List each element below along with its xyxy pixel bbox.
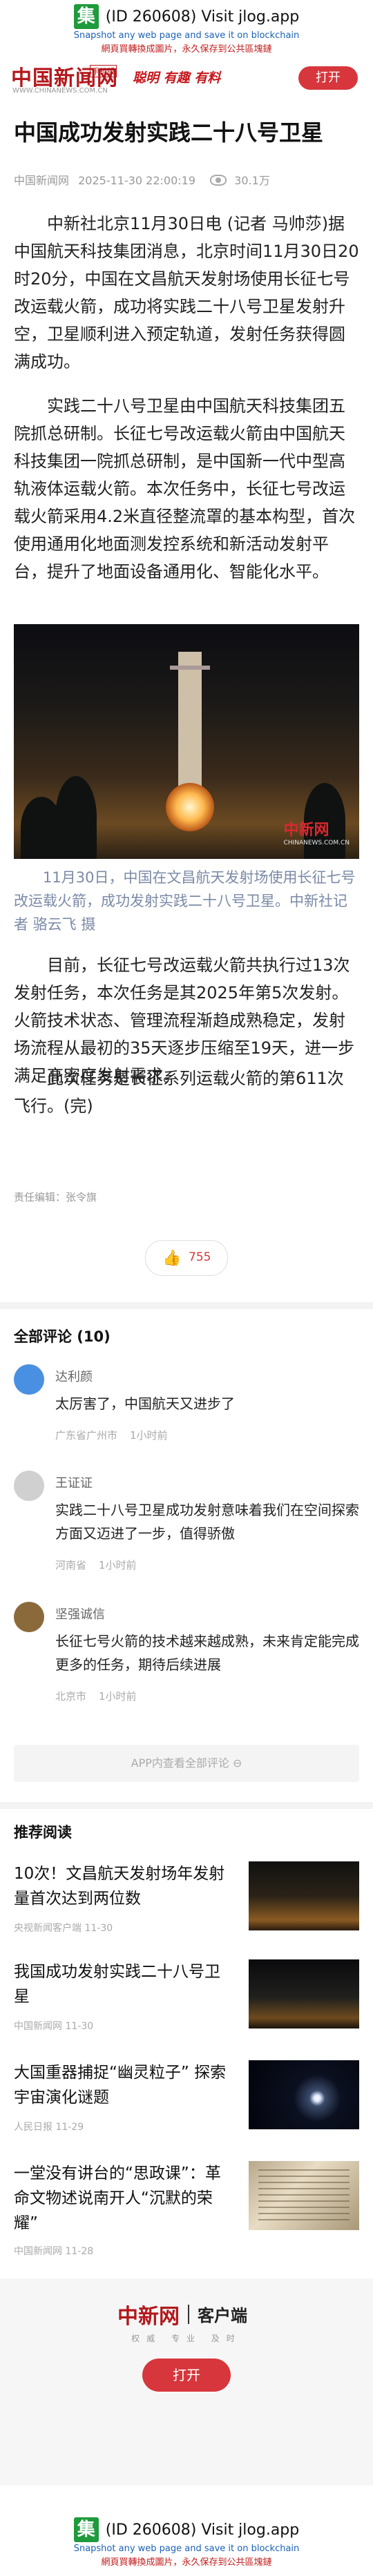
footer-slogan: 权威 专业 及时 bbox=[131, 2334, 242, 2343]
view-all-comments-label: APP内查看全部评论 bbox=[131, 1756, 229, 1770]
jlog-logo-icon: 集 bbox=[73, 2517, 99, 2542]
comment-text: 实践二十八号卫星成功发射意味着我们在空间探索方面又迈进了一步，值得骄傲 bbox=[55, 1502, 359, 1542]
avatar[interactable] bbox=[14, 1602, 44, 1632]
rocket-flame-shape bbox=[166, 783, 214, 831]
article-paragraph-1: 中新社北京11月30日电 (记者 马帅莎)据中国航天科技集团消息，北京时间11月… bbox=[14, 214, 359, 371]
comment-time: 1小时前 bbox=[99, 1559, 137, 1571]
recommend-item[interactable]: 一堂没有讲台的“思政课”：革命文物述说南开人“沉默的荣耀” 中国新闻网 11-2… bbox=[14, 2161, 359, 2258]
open-app-button[interactable]: 打开 bbox=[298, 66, 358, 90]
section-divider bbox=[0, 1802, 373, 1809]
recommend-item-source: 人民日报 bbox=[14, 2122, 52, 2133]
site-logo-en: WWW.CHINANEWS.COM.CN bbox=[12, 87, 108, 95]
article-meta: 中国新闻网 2025-11-30 22:00:19 30.1万 bbox=[14, 171, 270, 188]
photo-caption: 11月30日，中国在文昌航天发射场使用长征七号改运载火箭，成功发射实践二十八号卫… bbox=[14, 869, 356, 933]
launch-photo[interactable]: 中新网 CHINANEWS.COM.CN bbox=[14, 624, 359, 859]
jlog-title[interactable]: (ID 260608) Visit jlog.app bbox=[106, 2521, 300, 2539]
recommend-item-thumbnail[interactable] bbox=[249, 2060, 359, 2129]
jlog-title[interactable]: (ID 260608) Visit jlog.app bbox=[106, 8, 300, 26]
view-all-comments-button[interactable]: APP内查看全部评论 ⊖ bbox=[14, 1745, 359, 1782]
recommend-item-title[interactable]: 10次！文昌航天发射场年发射量首次达到两位数 bbox=[14, 1861, 235, 1911]
footer-logo: 中新网 bbox=[117, 2305, 180, 2329]
article-paragraph-4: 此次任务是长征系列运载火箭的第611次飞行。(完) bbox=[14, 1069, 344, 1116]
footer-client-label: 客户端 bbox=[198, 2306, 247, 2325]
palm-silhouette bbox=[55, 776, 97, 859]
recommend-item-source: 央视新闻客户端 bbox=[14, 1923, 82, 1934]
recommend-item[interactable]: 我国成功发射实践二十八号卫星 中国新闻网 11-30 bbox=[14, 1959, 359, 2042]
views-eye-icon bbox=[210, 175, 227, 186]
footer-open-app-button[interactable]: 打开 bbox=[142, 2359, 231, 2392]
avatar[interactable] bbox=[14, 1471, 44, 1501]
jlog-subtitle-cn: 網頁買轉換成圖片，永久保存到公共區塊鏈 bbox=[101, 44, 272, 55]
comment-item: 坚强诚信 长征七号火箭的技术越来越成熟，未来肯定能完成更多的任务，期待后续进展 … bbox=[14, 1602, 359, 1712]
recommend-item-meta: 中国新闻网 11-30 bbox=[14, 2019, 93, 2033]
jlog-banner-bottom[interactable]: 集 (ID 260608) Visit jlog.app Snapshot an… bbox=[0, 2513, 373, 2568]
article-source: 中国新闻网 bbox=[14, 174, 70, 187]
responsible-editor: 责任编辑：张令旗 bbox=[14, 1191, 97, 1203]
comment-text: 长征七号火箭的技术越来越成熟，未来肯定能完成更多的任务，期待后续进展 bbox=[55, 1633, 359, 1673]
footer-divider bbox=[188, 2305, 189, 2324]
recommend-item-thumbnail[interactable] bbox=[249, 1861, 359, 1930]
article-title: 中国成功发射实践二十八号卫星 bbox=[14, 119, 324, 146]
recommend-item-meta: 人民日报 11-29 bbox=[14, 2120, 84, 2133]
recommend-item-date: 11-30 bbox=[84, 1923, 113, 1934]
app-footer: 中新网 客户端 权威 专业 及时 打开 bbox=[0, 2278, 373, 2486]
recommend-item-title[interactable]: 一堂没有讲台的“思政课”：革命文物述说南开人“沉默的荣耀” bbox=[14, 2161, 235, 2236]
recommend-item-meta: 中国新闻网 11-28 bbox=[14, 2244, 93, 2258]
comment-time: 1小时前 bbox=[99, 1690, 137, 1703]
comments-title: 全部评论 (10) bbox=[14, 1328, 111, 1345]
avatar[interactable] bbox=[14, 1364, 44, 1395]
launch-tower-shape bbox=[170, 652, 210, 797]
jlog-subtitle-cn: 網頁買轉換成圖片，永久保存到公共區塊鏈 bbox=[101, 2557, 272, 2568]
site-header: 中国新闻网 手机版 WWW.CHINANEWS.COM.CN 聪明 有趣 有料 … bbox=[0, 57, 373, 102]
comment-meta: 广东省广州市 1小时前 bbox=[55, 1428, 168, 1442]
recommend-item-date: 11-28 bbox=[65, 2246, 94, 2257]
recommend-item-date: 11-29 bbox=[55, 2122, 84, 2133]
photo-watermark-en: CHINANEWS.COM.CN bbox=[283, 840, 350, 846]
comment-meta: 北京市 1小时前 bbox=[55, 1689, 137, 1703]
recommend-item[interactable]: 10次！文昌航天发射场年发射量首次达到两位数 央视新闻客户端 11-30 bbox=[14, 1861, 359, 1944]
comment-meta: 河南省 1小时前 bbox=[55, 1558, 137, 1572]
comment-time: 1小时前 bbox=[130, 1429, 168, 1442]
like-button[interactable]: 👍 755 bbox=[145, 1240, 228, 1276]
section-divider bbox=[0, 1302, 373, 1309]
recommend-item-source: 中国新闻网 bbox=[14, 2246, 62, 2257]
recommend-item-thumbnail[interactable] bbox=[249, 2161, 359, 2230]
thumbs-up-icon: 👍 bbox=[162, 1250, 182, 1267]
recommend-item-thumbnail[interactable] bbox=[249, 1959, 359, 2028]
jlog-subtitle-en: Snapshot any web page and save it on blo… bbox=[73, 2544, 300, 2554]
comment-author[interactable]: 达利颜 bbox=[55, 1367, 93, 1385]
recommend-title: 推荐阅读 bbox=[14, 1824, 72, 1841]
like-count: 755 bbox=[189, 1250, 211, 1264]
article-views: 30.1万 bbox=[234, 174, 270, 187]
recommend-item-title[interactable]: 大国重器捕捉“幽灵粒子” 探索宇宙演化谜题 bbox=[14, 2060, 235, 2110]
site-slogan: 聪明 有趣 有料 bbox=[133, 70, 221, 86]
recommend-item[interactable]: 大国重器捕捉“幽灵粒子” 探索宇宙演化谜题 人民日报 11-29 bbox=[14, 2060, 359, 2143]
recommend-item-meta: 央视新闻客户端 11-30 bbox=[14, 1921, 113, 1935]
jlog-subtitle-en: Snapshot any web page and save it on blo… bbox=[73, 30, 300, 41]
site-logo-tag: 手机版 bbox=[90, 65, 117, 77]
jlog-logo-icon: 集 bbox=[73, 4, 99, 29]
photo-watermark: 中新网 CHINANEWS.COM.CN bbox=[284, 817, 350, 846]
comment-author[interactable]: 王证证 bbox=[55, 1473, 93, 1491]
comment-author[interactable]: 坚强诚信 bbox=[55, 1605, 105, 1623]
article-paragraph-2: 实践二十八号卫星由中国航天科技集团五院抓总研制。长征七号改运载火箭由中国航天科技… bbox=[14, 396, 356, 581]
comment-location: 广东省广州市 bbox=[55, 1429, 118, 1442]
article-datetime: 2025-11-30 22:00:19 bbox=[78, 174, 196, 187]
comment-location: 北京市 bbox=[55, 1690, 87, 1703]
recommend-item-title[interactable]: 我国成功发射实践二十八号卫星 bbox=[14, 1959, 235, 2009]
jlog-banner-top[interactable]: 集 (ID 260608) Visit jlog.app Snapshot an… bbox=[0, 0, 373, 55]
comment-location: 河南省 bbox=[55, 1559, 87, 1571]
arrow-right-icon: ⊖ bbox=[232, 1756, 242, 1770]
comment-item: 达利颜 太厉害了，中国航天又进步了 广东省广州市 1小时前 bbox=[14, 1364, 359, 1447]
photo-watermark-cn: 中新网 bbox=[283, 821, 329, 839]
recommend-item-date: 11-30 bbox=[65, 2021, 94, 2032]
comment-item: 王证证 实践二十八号卫星成功发射意味着我们在空间探索方面又迈进了一步，值得骄傲 … bbox=[14, 1471, 359, 1581]
comment-text: 太厉害了，中国航天又进步了 bbox=[55, 1395, 235, 1412]
recommend-item-source: 中国新闻网 bbox=[14, 2021, 62, 2032]
